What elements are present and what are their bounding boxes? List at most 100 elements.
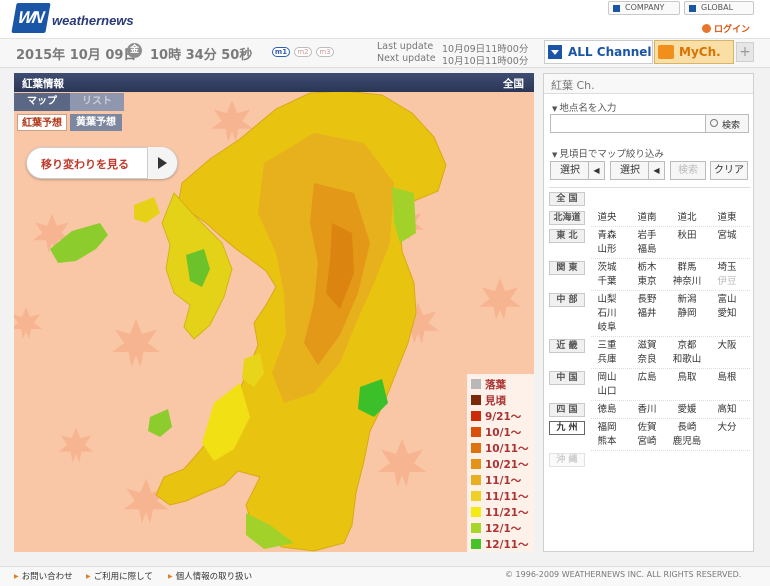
legend-swatch xyxy=(471,539,481,549)
prefecture-link[interactable]: 山形 xyxy=(591,243,623,257)
prefecture-link[interactable]: 兵庫 xyxy=(591,353,623,367)
prefecture-link[interactable]: 鹿児島 xyxy=(671,435,703,449)
prefecture-link[interactable]: 福岡 xyxy=(591,421,623,435)
prefecture-link[interactable]: 徳島 xyxy=(591,403,623,417)
prefecture-link[interactable]: 京都 xyxy=(671,339,703,353)
prefecture-link[interactable]: 福井 xyxy=(631,307,663,321)
prefecture-link[interactable]: 和歌山 xyxy=(671,353,703,367)
footer-link-privacy[interactable]: 個人情報の取り扱い xyxy=(168,570,253,582)
add-channel-button[interactable]: + xyxy=(736,42,754,62)
mode-button-m1[interactable]: m1 xyxy=(272,47,290,57)
prefecture-link[interactable]: 神奈川 xyxy=(671,275,703,289)
prefecture-link[interactable]: 宮崎 xyxy=(631,435,663,449)
prefecture-link[interactable]: 埼玉 xyxy=(711,261,743,275)
prefecture-link[interactable]: 山梨 xyxy=(591,293,623,307)
tab-map[interactable]: マップ xyxy=(14,93,70,111)
prefecture-link[interactable]: 青森 xyxy=(591,229,623,243)
prefecture-link[interactable]: 宮城 xyxy=(711,229,743,243)
all-channel-button[interactable]: ALL Channel xyxy=(544,40,653,64)
mode-button-m3[interactable]: m3 xyxy=(316,47,334,57)
prefecture-link[interactable]: 静岡 xyxy=(671,307,703,321)
prefecture-link[interactable]: 愛媛 xyxy=(671,403,703,417)
map-panel: 紅葉情報 全国 マップ リスト 紅葉予想 黄葉予想 移り変わりを見る 落葉 見頃… xyxy=(14,73,534,552)
prefecture-link[interactable]: 富山 xyxy=(711,293,743,307)
footer-link-terms[interactable]: ご利用に際して xyxy=(86,570,153,582)
prefecture-link[interactable]: 伊豆 xyxy=(711,275,743,289)
map-header: 紅葉情報 全国 xyxy=(14,73,534,92)
prefecture-link[interactable]: 道東 xyxy=(711,211,743,225)
last-update-label: Last update xyxy=(377,41,434,52)
region-button[interactable]: 沖 縄 xyxy=(549,453,585,467)
region-button[interactable]: 中 部 xyxy=(549,293,585,307)
prefecture-link[interactable]: 佐賀 xyxy=(631,421,663,435)
prefecture-link[interactable]: 大分 xyxy=(711,421,743,435)
start-date-arrow-icon[interactable]: ◀ xyxy=(588,161,605,180)
clear-button[interactable]: クリア xyxy=(710,161,748,180)
prefecture-link[interactable]: 愛知 xyxy=(711,307,743,321)
region-list: 全 国北海道 道央 道南 道北 道東東 北青森 岩手 秋田 宮城山形 福島関 東茨城 栃木 群馬 埼玉… xyxy=(549,187,750,467)
prefecture-link[interactable]: 千葉 xyxy=(591,275,623,289)
region-button[interactable]: 北海道 xyxy=(549,211,585,225)
prefecture-link[interactable]: 道央 xyxy=(591,211,623,225)
end-date-select[interactable]: 選択 xyxy=(610,161,650,180)
prefecture-link[interactable]: 長崎 xyxy=(671,421,703,435)
prefecture-link[interactable]: 東京 xyxy=(631,275,663,289)
prefecture-link[interactable]: 群馬 xyxy=(671,261,703,275)
region-button[interactable]: 四 国 xyxy=(549,403,585,417)
legend-label: 12/1～ xyxy=(485,523,522,535)
region-button[interactable]: 東 北 xyxy=(549,229,585,243)
start-date-select[interactable]: 選択 xyxy=(550,161,590,180)
prefecture-link[interactable]: 熊本 xyxy=(591,435,623,449)
prefecture-link[interactable]: 秋田 xyxy=(671,229,703,243)
prefecture-link[interactable]: 岡山 xyxy=(591,371,623,385)
prefecture-link[interactable]: 新潟 xyxy=(671,293,703,307)
show-transition-button[interactable]: 移り変わりを見る xyxy=(26,147,178,179)
mode-button-m2[interactable]: m2 xyxy=(294,47,312,57)
region-button[interactable]: 九 州 xyxy=(549,421,585,435)
logo-text[interactable]: weathernews xyxy=(52,13,134,28)
prefecture-link[interactable]: 道南 xyxy=(631,211,663,225)
company-link[interactable]: COMPANY xyxy=(608,1,680,15)
prefecture-link[interactable]: 石川 xyxy=(591,307,623,321)
global-link[interactable]: GLOBAL xyxy=(684,1,754,15)
region-button[interactable]: 関 東 xyxy=(549,261,585,275)
login-link[interactable]: ログイン xyxy=(702,22,750,35)
map-region-label[interactable]: 全国 xyxy=(503,76,524,91)
prefecture-link[interactable]: 岩手 xyxy=(631,229,663,243)
prefecture-link[interactable]: 大阪 xyxy=(711,339,743,353)
prefecture-link[interactable]: 広島 xyxy=(631,371,663,385)
legend-swatch xyxy=(471,459,481,469)
prefecture-link[interactable]: 長野 xyxy=(631,293,663,307)
prefecture-link[interactable]: 三重 xyxy=(591,339,623,353)
prefecture-link[interactable]: 滋賀 xyxy=(631,339,663,353)
prefecture-link[interactable]: 栃木 xyxy=(631,261,663,275)
region-button[interactable]: 中 国 xyxy=(549,371,585,385)
my-channel-button[interactable]: MyCh. xyxy=(654,40,734,64)
weathernews-logo[interactable]: WN xyxy=(11,3,51,33)
region-button[interactable]: 全 国 xyxy=(549,192,585,206)
prefecture-link[interactable]: 福島 xyxy=(631,243,663,257)
legend-swatch xyxy=(471,491,481,501)
prefecture-link[interactable]: 島根 xyxy=(711,371,743,385)
filter-search-button[interactable]: 検索 xyxy=(670,161,706,180)
prefecture-link[interactable]: 茨城 xyxy=(591,261,623,275)
footer-link-contact[interactable]: お問い合わせ xyxy=(14,570,73,582)
current-date: 2015年 10月 09日 xyxy=(16,48,137,63)
tab-koyo-forecast[interactable]: 紅葉予想 xyxy=(17,114,67,131)
region-divider xyxy=(591,450,750,451)
prefecture-link[interactable]: 奈良 xyxy=(631,353,663,367)
prefecture-link[interactable]: 鳥取 xyxy=(671,371,703,385)
place-search-input[interactable] xyxy=(550,114,706,133)
kyushu-map[interactable] xyxy=(14,73,534,552)
prefecture-link[interactable]: 道北 xyxy=(671,211,703,225)
filter-section-label: 見頃日でマップ絞り込み xyxy=(552,146,664,160)
end-date-arrow-icon[interactable]: ◀ xyxy=(648,161,665,180)
prefecture-link[interactable]: 岐阜 xyxy=(591,321,623,335)
tab-oyo-forecast[interactable]: 黄葉予想 xyxy=(70,114,122,131)
prefecture-link[interactable]: 山口 xyxy=(591,385,623,399)
place-search-button[interactable]: 検索 xyxy=(705,114,749,133)
tab-list[interactable]: リスト xyxy=(70,93,124,111)
prefecture-link[interactable]: 高知 xyxy=(711,403,743,417)
region-button[interactable]: 近 畿 xyxy=(549,339,585,353)
prefecture-link[interactable]: 香川 xyxy=(631,403,663,417)
